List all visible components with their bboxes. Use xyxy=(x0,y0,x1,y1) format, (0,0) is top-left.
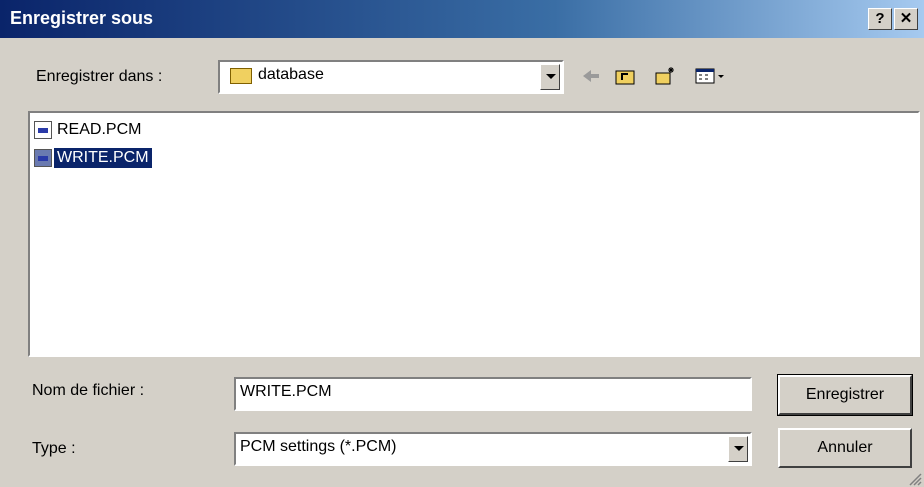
save-in-value: database xyxy=(258,66,324,83)
folder-icon xyxy=(230,68,252,84)
up-folder-icon[interactable] xyxy=(614,66,636,86)
file-list[interactable]: READ.PCM WRITE.PCM xyxy=(28,111,920,357)
view-menu-icon[interactable] xyxy=(694,66,728,86)
type-value: PCM settings (*.PCM) xyxy=(240,438,397,455)
title-bar[interactable]: Enregistrer sous ? ✕ xyxy=(0,0,924,38)
file-icon xyxy=(34,149,52,167)
list-item[interactable]: READ.PCM xyxy=(34,118,144,142)
chevron-down-icon[interactable] xyxy=(540,64,560,90)
file-name: WRITE.PCM xyxy=(54,148,152,168)
filename-value: WRITE.PCM xyxy=(240,383,332,400)
window-title: Enregistrer sous xyxy=(10,8,154,28)
save-in-label: Enregistrer dans : xyxy=(36,68,163,85)
save-in-dropdown[interactable]: database xyxy=(218,60,564,94)
close-button[interactable]: ✕ xyxy=(894,8,918,30)
file-name: READ.PCM xyxy=(57,121,142,138)
chevron-down-icon[interactable] xyxy=(728,436,748,462)
list-item[interactable]: WRITE.PCM xyxy=(34,146,152,170)
type-label: Type : xyxy=(32,440,76,457)
filename-input[interactable]: WRITE.PCM xyxy=(234,377,752,411)
filename-label: Nom de fichier : xyxy=(32,382,145,399)
type-dropdown[interactable]: PCM settings (*.PCM) xyxy=(234,432,752,466)
back-icon[interactable] xyxy=(580,66,602,86)
resize-grip-icon[interactable] xyxy=(906,470,922,486)
new-folder-icon[interactable] xyxy=(654,66,676,86)
help-button[interactable]: ? xyxy=(868,8,892,30)
file-icon xyxy=(34,121,52,139)
save-button[interactable]: Enregistrer xyxy=(777,374,913,416)
cancel-button[interactable]: Annuler xyxy=(778,428,912,468)
